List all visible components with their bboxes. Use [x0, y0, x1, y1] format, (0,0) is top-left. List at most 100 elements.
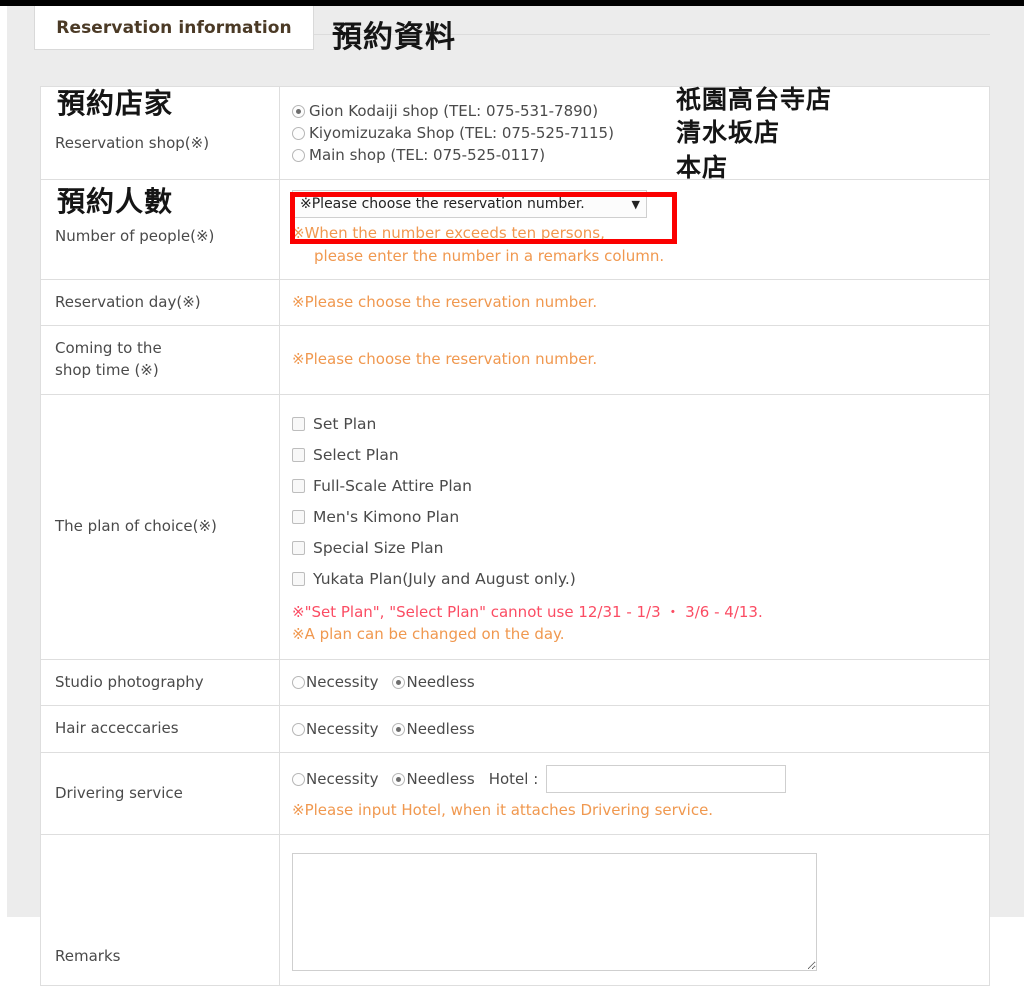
annotation-shop-2-zh: 清水坂店: [676, 118, 781, 147]
radio-icon[interactable]: [292, 722, 305, 736]
radio-icon[interactable]: [392, 675, 406, 689]
studio-photography-radio-group: Necessity Needless: [292, 673, 989, 691]
drivering-service-radio-group: Necessity Needless Hotel :: [292, 765, 989, 793]
note-line-2: please enter the number in a remarks col…: [314, 247, 665, 266]
checkbox-icon[interactable]: [292, 479, 305, 494]
radio-icon[interactable]: [392, 722, 406, 736]
label-text: Drivering service: [55, 783, 183, 802]
checkbox-label: Select Plan: [313, 445, 399, 464]
radio-icon[interactable]: [292, 126, 305, 140]
row-value-number-of-people: ※Please choose the reservation number. ▼…: [279, 179, 990, 280]
radio-label: Main shop (TEL: 075-525-0117): [309, 146, 546, 164]
checkbox-icon[interactable]: [292, 417, 305, 432]
table-row-reservation-day: Reservation day(※) ※Please choose the re…: [40, 278, 990, 327]
checkbox-label: Yukata Plan(July and August only.): [313, 569, 576, 588]
hotel-input[interactable]: [546, 765, 787, 793]
row-value-reservation-day: ※Please choose the reservation number.: [279, 278, 990, 327]
reservation-form-table: Reservation shop(※) Gion Kodaiji shop (T…: [40, 86, 990, 986]
table-row-number-of-people: Number of people(※) ※Please choose the r…: [40, 179, 990, 280]
table-row-drivering-service: Drivering service Necessity Needless Hot…: [40, 751, 990, 836]
row-label-remarks: Remarks: [40, 834, 280, 986]
checkbox-option-full-scale-attire-plan[interactable]: Full-Scale Attire Plan: [292, 471, 989, 502]
radio-option-necessity[interactable]: Necessity: [292, 673, 378, 691]
radio-option-needless[interactable]: Needless: [392, 720, 475, 739]
plan-checkbox-group: Set Plan Select Plan Full-Scale Attire P…: [292, 409, 989, 595]
radio-option-necessity[interactable]: Necessity: [292, 720, 378, 738]
radio-option-necessity[interactable]: Necessity: [292, 770, 378, 788]
radio-option-gion-kodaiji[interactable]: Gion Kodaiji shop (TEL: 075-531-7890): [292, 100, 989, 122]
table-row-plan-of-choice: The plan of choice(※) Set Plan Select Pl…: [40, 393, 990, 660]
row-value-plan-of-choice: Set Plan Select Plan Full-Scale Attire P…: [279, 393, 990, 660]
drivering-service-note: ※Please input Hotel, when it attaches Dr…: [292, 801, 714, 819]
row-value-studio-photography: Necessity Needless: [279, 658, 990, 707]
tab-reservation-information[interactable]: Reservation information: [34, 6, 314, 50]
label-text: Number of people(※): [55, 227, 215, 245]
checkbox-label: Full-Scale Attire Plan: [313, 476, 472, 495]
radio-icon[interactable]: [292, 148, 305, 162]
chevron-down-icon: ▼: [631, 197, 640, 211]
label-text: Hair acceccaries: [55, 719, 179, 738]
table-row-remarks: Remarks: [40, 834, 990, 986]
radio-label: Necessity: [306, 770, 379, 788]
row-label-studio-photography: Studio photography: [40, 658, 280, 707]
label-text: Remarks: [55, 946, 121, 965]
radio-label: Necessity: [306, 720, 379, 739]
radio-label: Needless: [406, 770, 475, 788]
tab-strip: Reservation information: [30, 6, 990, 52]
hair-acceccaries-radio-group: Necessity Needless: [292, 720, 989, 738]
row-label-reservation-day: Reservation day(※): [40, 278, 280, 327]
row-label-plan-of-choice: The plan of choice(※): [40, 393, 280, 660]
plan-note-red: ※"Set Plan", "Select Plan" cannot use 12…: [292, 602, 763, 621]
checkbox-option-yukata-plan[interactable]: Yukata Plan(July and August only.): [292, 564, 989, 595]
row-label-coming-to-the-shop-time: Coming to the shop time (※): [40, 325, 280, 395]
annotation-number-of-people-zh: 預約人數: [57, 185, 174, 218]
note-line-1: ※When the number exceeds ten persons,: [292, 224, 605, 242]
select-value: ※Please choose the reservation number.: [300, 196, 585, 212]
row-label-drivering-service: Drivering service: [40, 751, 280, 836]
row-value-coming-to-the-shop-time: ※Please choose the reservation number.: [279, 325, 990, 395]
reservation-shop-radio-group: Gion Kodaiji shop (TEL: 075-531-7890) Ki…: [292, 100, 989, 166]
number-of-people-select[interactable]: ※Please choose the reservation number. ▼: [292, 190, 647, 218]
label-text: Reservation day(※): [55, 292, 201, 311]
tab-label: Reservation information: [56, 17, 292, 38]
checkbox-label: Special Size Plan: [313, 538, 444, 557]
checkbox-icon[interactable]: [292, 448, 305, 463]
annotation-title-zh: 預約資料: [332, 20, 456, 55]
radio-option-needless[interactable]: Needless: [392, 673, 475, 692]
label-text: The plan of choice(※): [55, 516, 217, 535]
radio-option-needless[interactable]: Needless: [392, 770, 475, 788]
coming-time-note: ※Please choose the reservation number.: [292, 350, 598, 369]
radio-label: Needless: [406, 673, 475, 692]
annotation-shop-3-zh: 本店: [676, 153, 729, 182]
radio-icon[interactable]: [392, 772, 406, 786]
radio-label: Needless: [406, 720, 475, 739]
checkbox-label: Men's Kimono Plan: [313, 507, 460, 526]
radio-label: Necessity: [306, 673, 379, 692]
table-row-reservation-shop: Reservation shop(※) Gion Kodaiji shop (T…: [40, 86, 990, 180]
radio-icon[interactable]: [292, 675, 305, 689]
checkbox-icon[interactable]: [292, 572, 305, 587]
row-value-reservation-shop: Gion Kodaiji shop (TEL: 075-531-7890) Ki…: [279, 86, 990, 180]
remarks-textarea[interactable]: [292, 853, 817, 972]
checkbox-icon[interactable]: [292, 541, 305, 556]
radio-label: Kiyomizuzaka Shop (TEL: 075-525-7115): [309, 124, 614, 142]
annotation-reservation-shop-zh: 預約店家: [57, 87, 174, 120]
radio-icon[interactable]: [292, 104, 305, 118]
number-of-people-note: ※When the number exceeds ten persons, pl…: [292, 222, 989, 269]
label-text-line1: Coming to the: [55, 339, 162, 358]
hotel-field-label: Hotel :: [488, 770, 539, 788]
table-row-coming-to-the-shop-time: Coming to the shop time (※) ※Please choo…: [40, 325, 990, 395]
radio-option-kiyomizuzaka[interactable]: Kiyomizuzaka Shop (TEL: 075-525-7115): [292, 122, 989, 144]
label-text: Studio photography: [55, 672, 204, 691]
radio-option-main-shop[interactable]: Main shop (TEL: 075-525-0117): [292, 144, 989, 166]
table-row-hair-acceccaries: Hair acceccaries Necessity Needless: [40, 705, 990, 753]
checkbox-option-set-plan[interactable]: Set Plan: [292, 409, 989, 440]
radio-icon[interactable]: [292, 772, 305, 786]
radio-label: Gion Kodaiji shop (TEL: 075-531-7890): [309, 102, 599, 120]
annotation-shop-1-zh: 祇園高台寺店: [676, 85, 833, 114]
checkbox-icon[interactable]: [292, 510, 305, 525]
reservation-day-note: ※Please choose the reservation number.: [292, 292, 598, 311]
checkbox-option-mens-kimono-plan[interactable]: Men's Kimono Plan: [292, 502, 989, 533]
checkbox-option-select-plan[interactable]: Select Plan: [292, 440, 989, 471]
checkbox-option-special-size-plan[interactable]: Special Size Plan: [292, 533, 989, 564]
